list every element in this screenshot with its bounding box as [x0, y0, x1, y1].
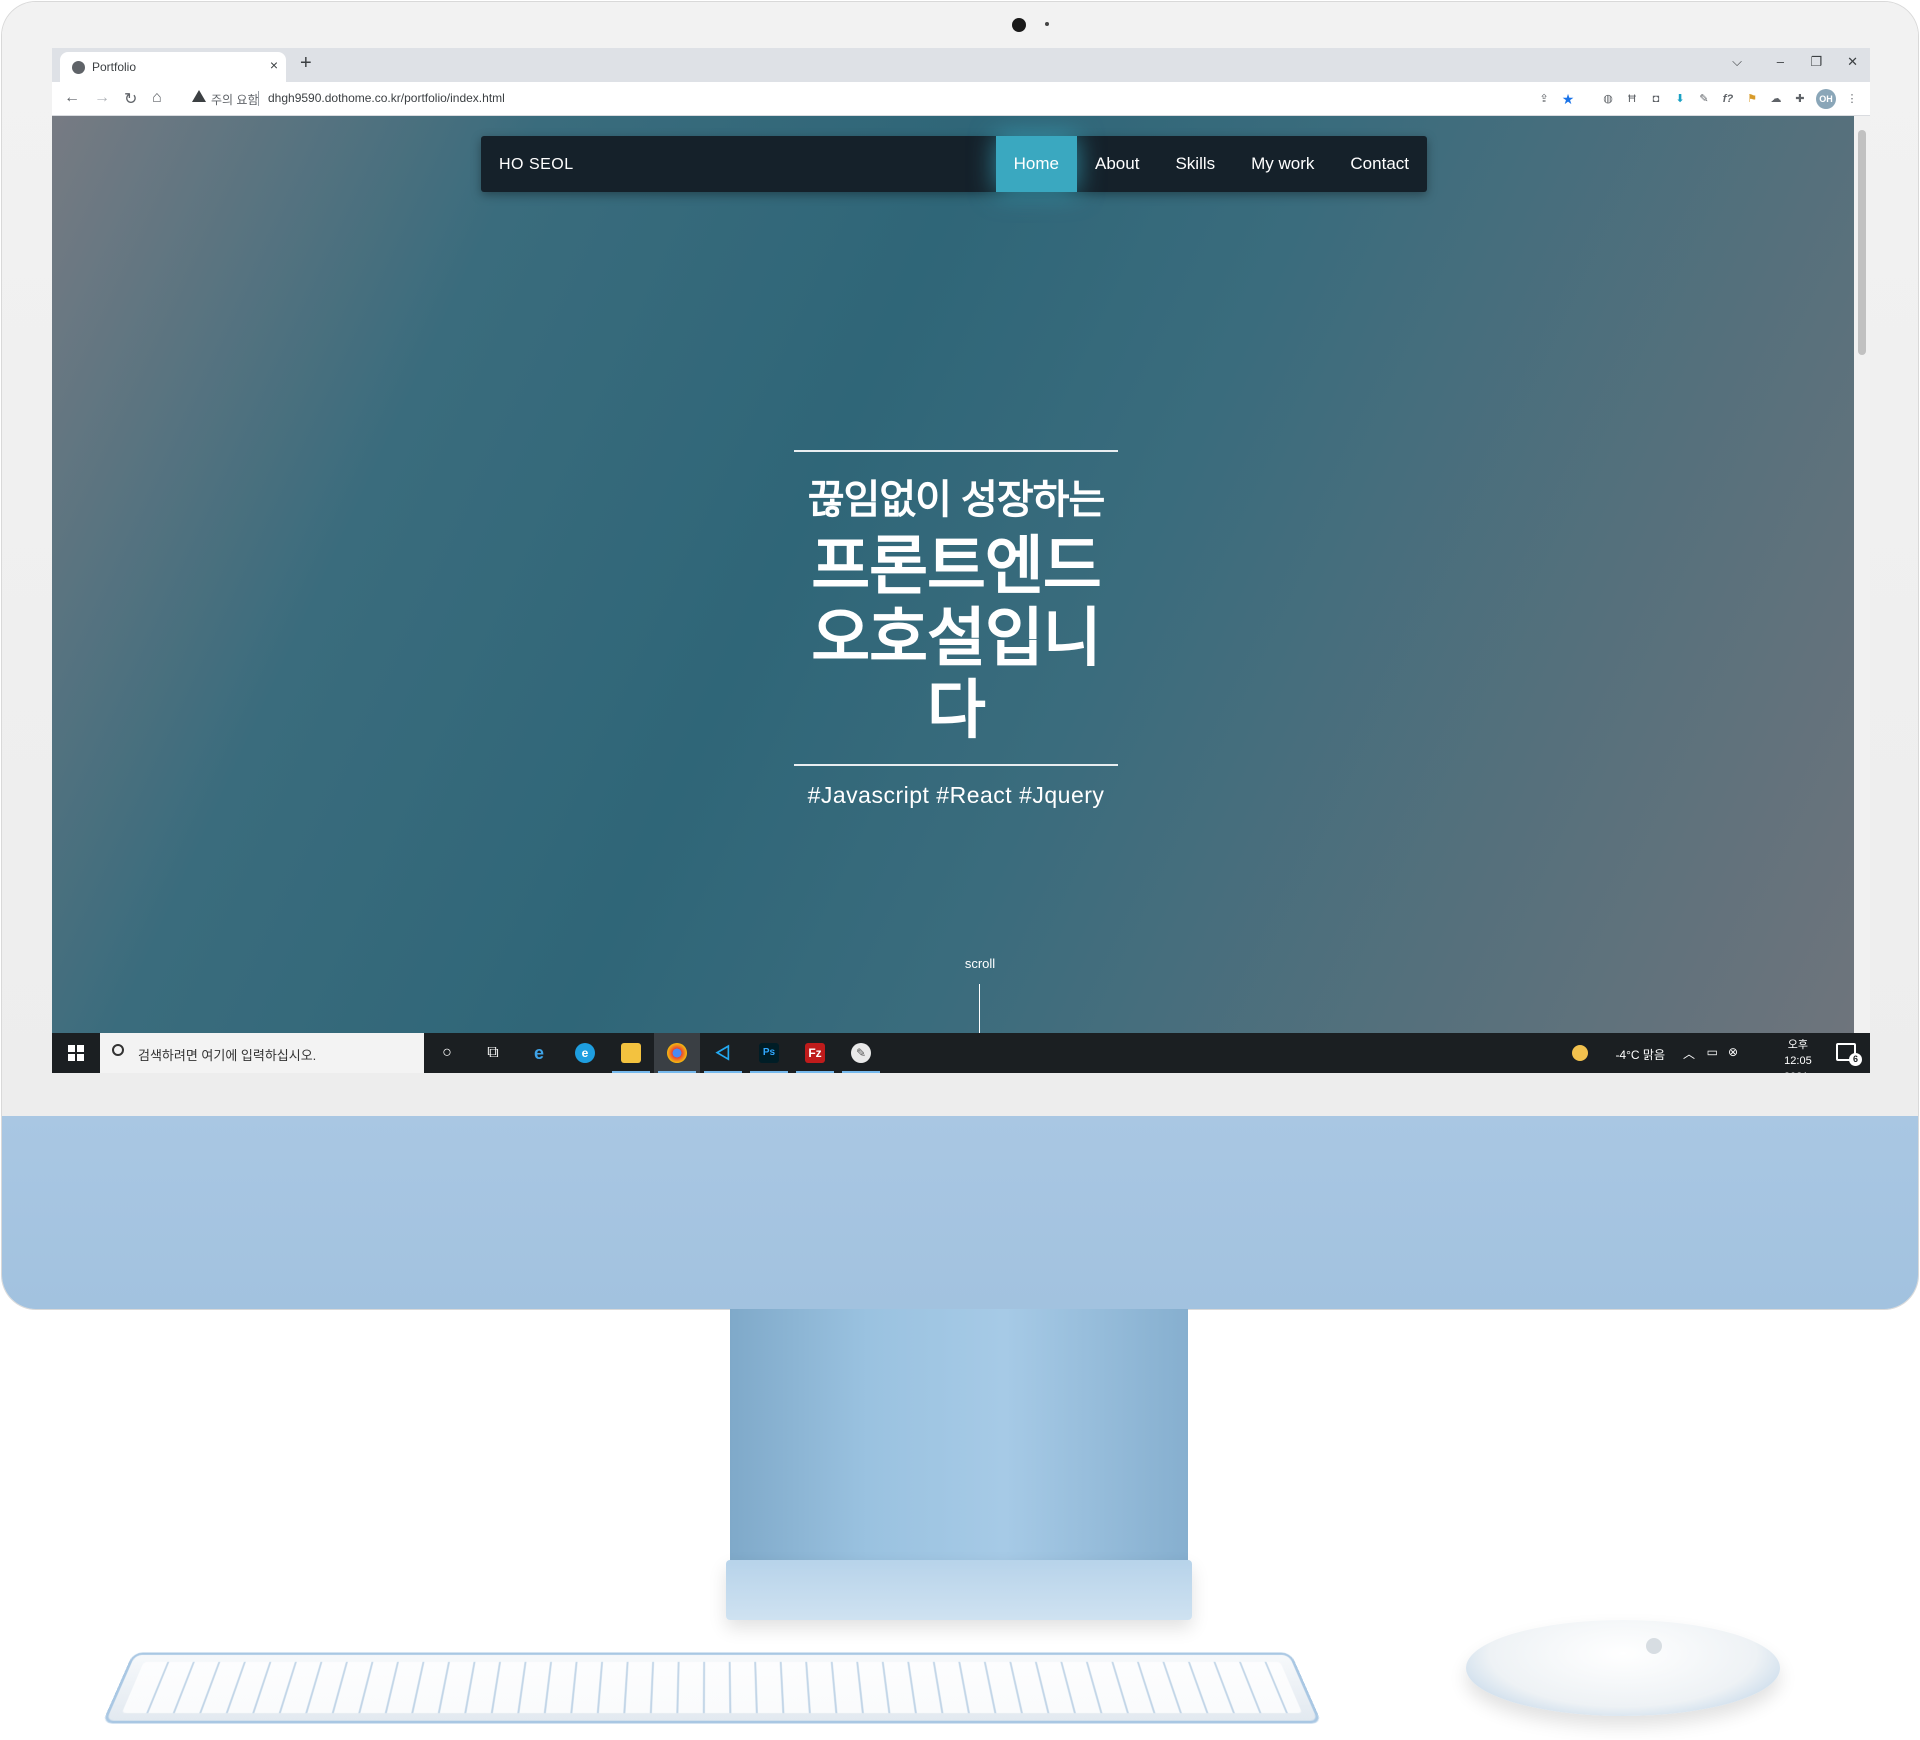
site-navbar: HO SEOL Home About Skills My work Contac…: [481, 136, 1427, 192]
taskbar-clock[interactable]: 오후 12:05 2021-12-30: [1784, 1037, 1812, 1073]
notification-badge: 6: [1849, 1053, 1862, 1066]
file-explorer-icon[interactable]: [608, 1033, 654, 1073]
tab-title: Portfolio: [92, 60, 137, 74]
url-text[interactable]: dhgh9590.dothome.co.kr/portfolio/index.h…: [268, 91, 505, 105]
hero-bottom-rule: [794, 764, 1118, 766]
windows-start-icon[interactable]: [68, 1045, 84, 1061]
cortana-icon[interactable]: ○: [424, 1033, 470, 1073]
photoshop-icon[interactable]: Ps: [746, 1033, 792, 1073]
address-bar[interactable]: 주의 요함 dhgh9590.dothome.co.kr/portfolio/i…: [182, 87, 1512, 111]
tab-search-icon[interactable]: ⌵: [1732, 54, 1742, 70]
nav-about[interactable]: About: [1077, 136, 1157, 192]
tab-close-icon[interactable]: ×: [270, 57, 278, 73]
scroll-hint[interactable]: scroll: [950, 956, 1010, 971]
back-button[interactable]: ←: [64, 89, 80, 107]
nav-home[interactable]: Home: [995, 136, 1078, 192]
pen-extension-icon[interactable]: ✎: [1696, 91, 1712, 107]
apple-logo-icon: [1646, 1638, 1662, 1654]
hero-section: 끊임없이 성장하는 프론트엔드 오호설입니다 #Javascript #Reac…: [794, 450, 1118, 809]
keyboard: [101, 1652, 1323, 1724]
paint-icon[interactable]: ✎: [838, 1033, 884, 1073]
camera-indicator: [1045, 22, 1049, 26]
imac-chin: [2, 1116, 1918, 1309]
hero-title-line2: 오호설입니다: [811, 602, 1101, 746]
keyboard-keys: [121, 1661, 1303, 1714]
screen: Portfolio × + ⌵ – ❐ ✕ ← → ↻ ⌂ 주의 요함 dhgh…: [52, 48, 1870, 1073]
hero-tags: #Javascript #React #Jquery: [807, 782, 1105, 808]
nav-contact[interactable]: Contact: [1332, 136, 1427, 192]
menu-icon[interactable]: ⋮: [1844, 91, 1860, 107]
puzzle-icon[interactable]: ✚: [1792, 91, 1808, 107]
omnibox-divider: [258, 91, 259, 106]
nav-my-work[interactable]: My work: [1233, 136, 1332, 192]
site-menu: Home About Skills My work Contact: [995, 136, 1427, 192]
extension-ladder-icon[interactable]: Ħ: [1624, 91, 1640, 107]
chrome-icon[interactable]: [654, 1033, 700, 1073]
extension-globe-icon[interactable]: ◍: [1600, 91, 1616, 107]
bookmark-star-icon[interactable]: ★: [1560, 91, 1576, 107]
nav-skills[interactable]: Skills: [1157, 136, 1233, 192]
photoshop-label: Ps: [759, 1043, 779, 1063]
tray-overflow-icon[interactable]: ︿: [1683, 1045, 1695, 1062]
security-warning[interactable]: 주의 요함: [211, 91, 259, 108]
site-brand[interactable]: HO SEOL: [499, 156, 574, 174]
new-tab-button[interactable]: +: [300, 52, 312, 75]
page-scrollbar[interactable]: [1854, 116, 1870, 1033]
filezilla-icon[interactable]: Fz: [792, 1033, 838, 1073]
task-view-icon[interactable]: ⧉: [470, 1033, 516, 1073]
font-extension-icon[interactable]: f?: [1720, 91, 1736, 107]
imac-stand: [730, 1309, 1188, 1601]
tag-extension-icon[interactable]: ⚑: [1744, 91, 1760, 107]
scrollbar-thumb[interactable]: [1858, 130, 1866, 355]
restore-button[interactable]: ❐: [1810, 54, 1822, 70]
vscode-icon[interactable]: ⨞: [700, 1033, 746, 1073]
toolbar-icons: ⇪ ★ ◍ Ħ ◘ ⬇ ✎ f? ⚑ ☁ ✚ OH ⋮: [1536, 89, 1860, 109]
taskbar-search-box[interactable]: 검색하려면 여기에 입력하십시오.: [100, 1033, 424, 1073]
scroll-indicator-line: [979, 984, 980, 1033]
browser-toolbar: ← → ↻ ⌂ 주의 요함 dhgh9590.dothome.co.kr/por…: [52, 82, 1870, 116]
magic-mouse: [1466, 1620, 1780, 1716]
hero-subtitle: 끊임없이 성장하는: [807, 478, 1106, 522]
globe-icon: [72, 61, 85, 74]
volume-muted-icon[interactable]: ⊗: [1728, 1045, 1738, 1059]
desktop-mockup: Portfolio × + ⌵ – ❐ ✕ ← → ↻ ⌂ 주의 요함 dhgh…: [0, 0, 1920, 1740]
clock-time: 오후 12:05: [1784, 1039, 1812, 1067]
internet-explorer-icon[interactable]: e: [516, 1033, 562, 1073]
forward-button[interactable]: →: [94, 89, 110, 107]
close-window-button[interactable]: ✕: [1847, 54, 1858, 70]
minimize-button[interactable]: –: [1777, 54, 1784, 69]
browser-tab-bar: Portfolio × + ⌵ – ❐ ✕: [52, 48, 1870, 82]
search-icon: [112, 1044, 124, 1056]
warning-icon[interactable]: [192, 90, 206, 102]
hero-title-line1: 프론트엔드: [811, 530, 1101, 602]
clock-date: 2021-12-30: [1784, 1069, 1812, 1073]
windows-taskbar: 검색하려면 여기에 입력하십시오. ○ ⧉ e e ⨞ Ps Fz ✎ -4°C…: [52, 1033, 1870, 1073]
imac-body: Portfolio × + ⌵ – ❐ ✕ ← → ↻ ⌂ 주의 요함 dhgh…: [2, 2, 1918, 1309]
reload-button[interactable]: ↻: [124, 89, 137, 109]
weather-text[interactable]: -4°C 맑음: [1615, 1046, 1665, 1063]
browser-tab[interactable]: Portfolio ×: [60, 52, 286, 82]
hero-top-rule: [794, 450, 1118, 452]
camera-extension-icon[interactable]: ◘: [1648, 91, 1664, 107]
weather-sun-icon[interactable]: [1572, 1045, 1588, 1061]
cloud-extension-icon[interactable]: ☁: [1768, 91, 1784, 107]
search-placeholder[interactable]: 검색하려면 여기에 입력하십시오.: [138, 1045, 316, 1064]
page-viewport: HO SEOL Home About Skills My work Contac…: [52, 116, 1854, 1033]
download-extension-icon[interactable]: ⬇: [1672, 91, 1688, 107]
camera-icon: [1012, 18, 1026, 32]
edge-icon[interactable]: e: [562, 1033, 608, 1073]
imac-stand-base: [726, 1560, 1192, 1620]
profile-avatar[interactable]: OH: [1816, 89, 1836, 109]
network-icon[interactable]: ▭: [1707, 1045, 1718, 1059]
share-icon[interactable]: ⇪: [1536, 91, 1552, 107]
home-button[interactable]: ⌂: [152, 89, 162, 107]
